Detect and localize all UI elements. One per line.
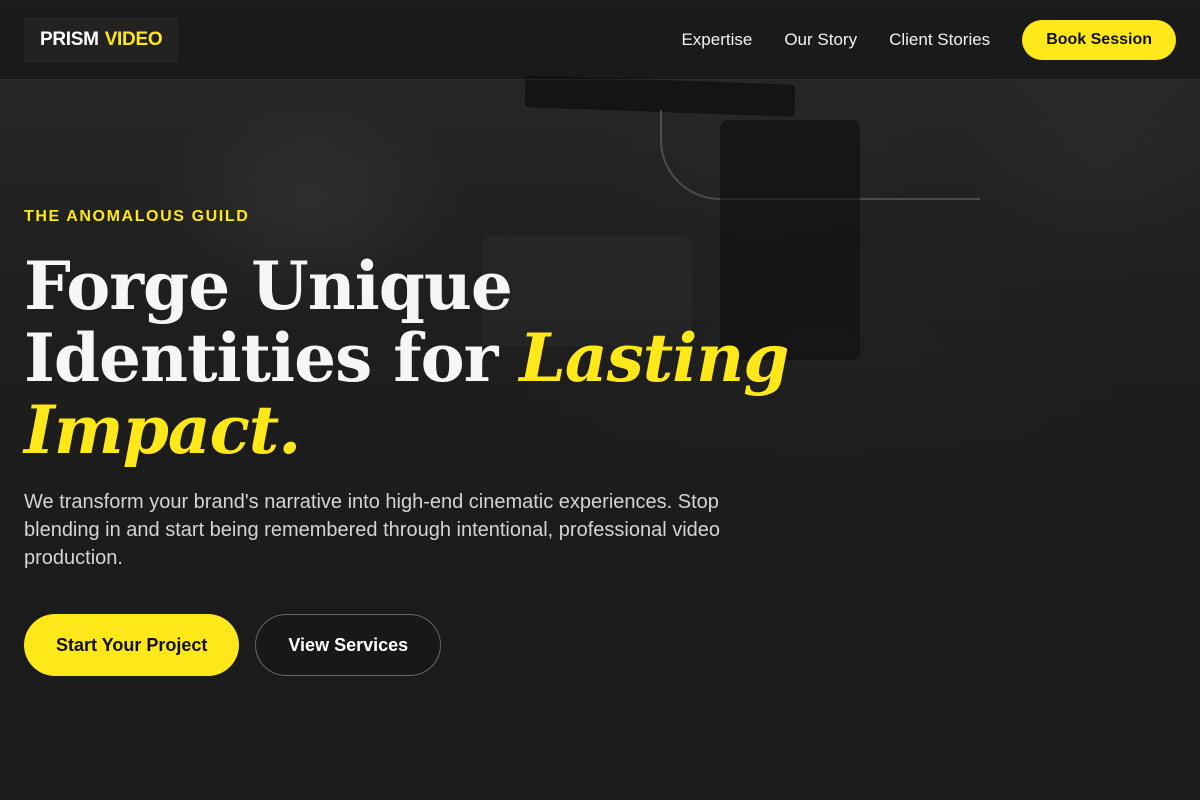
hero-actions: Start Your Project View Services <box>24 614 804 676</box>
main-nav: Expertise Our Story Client Stories Book … <box>681 19 1176 60</box>
view-services-button[interactable]: View Services <box>255 614 442 676</box>
headline-line-1: Forge Unique <box>24 247 513 325</box>
brand-logo[interactable]: PRISM VIDEO <box>24 17 179 62</box>
hero-section: THE ANOMALOUS GUILD Forge Unique Identit… <box>24 208 804 676</box>
hero-eyebrow: THE ANOMALOUS GUILD <box>24 208 250 225</box>
start-project-button[interactable]: Start Your Project <box>24 614 240 676</box>
book-session-button[interactable]: Book Session <box>1022 19 1176 60</box>
logo-word-accent: VIDEO <box>104 28 163 50</box>
landing-page: PRISM VIDEO Expertise Our Story Client S… <box>0 0 1200 800</box>
nav-link-our-story[interactable]: Our Story <box>784 30 857 50</box>
hero-headline: Forge Unique Identities for Lasting Impa… <box>24 250 804 466</box>
nav-link-expertise[interactable]: Expertise <box>681 30 752 50</box>
headline-line-2: Identities for <box>24 319 520 397</box>
nav-link-client-stories[interactable]: Client Stories <box>889 30 990 50</box>
logo-word-primary: PRISM <box>40 28 99 50</box>
hero-description: We transform your brand's narrative into… <box>24 491 721 569</box>
site-header: PRISM VIDEO Expertise Our Story Client S… <box>0 0 1200 80</box>
